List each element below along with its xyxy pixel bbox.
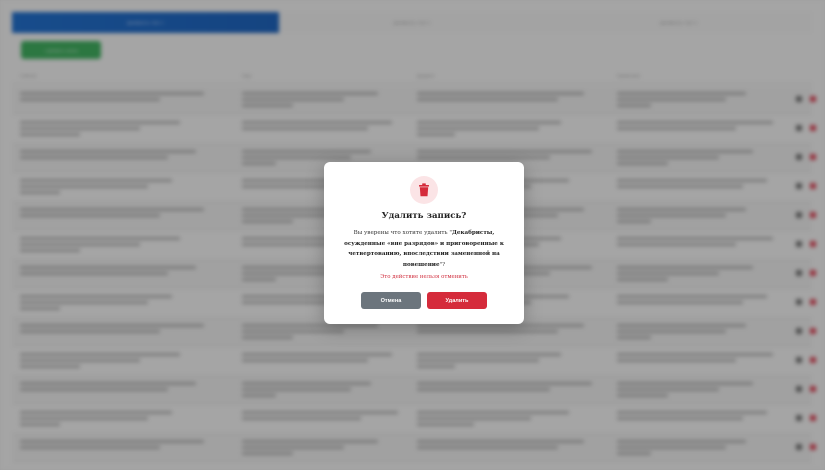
trash-icon-badge	[410, 176, 438, 204]
message-prefix: Вы уверены что хотите удалить "	[353, 230, 452, 236]
dialog-actions: Отмена Удалить	[324, 292, 524, 309]
trash-icon	[419, 183, 429, 197]
delete-confirm-dialog: Удалить запись? Вы уверены что хотите уд…	[324, 162, 524, 324]
confirm-delete-button[interactable]: Удалить	[427, 292, 487, 309]
message-suffix: "?	[439, 261, 446, 268]
dialog-title: Удалить запись?	[381, 211, 467, 221]
dialog-message: Вы уверены что хотите удалить "Декабрист…	[342, 228, 506, 270]
cancel-button[interactable]: Отмена	[361, 292, 421, 309]
irreversible-warning: Это действие нельзя отменить	[380, 274, 468, 280]
